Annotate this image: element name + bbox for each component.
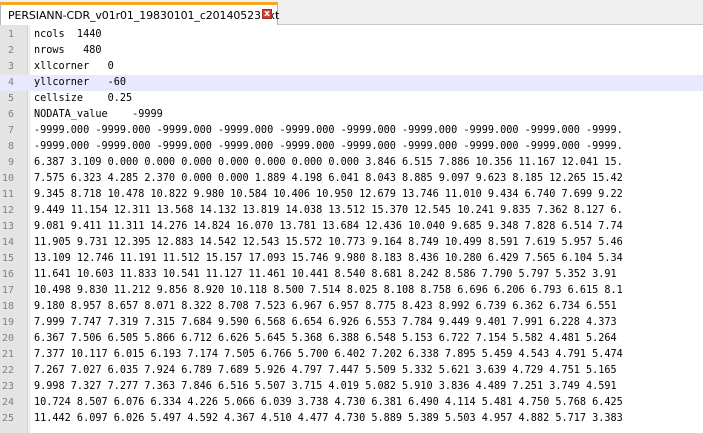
editor-line[interactable]: 16 11.641 10.603 11.833 10.541 11.127 11.… bbox=[0, 267, 703, 283]
line-text[interactable]: -9999.000 -9999.000 -9999.000 -9999.000 … bbox=[34, 123, 623, 139]
editor-line[interactable]: 20 6.367 7.506 6.505 5.866 6.712 6.626 5.… bbox=[0, 331, 703, 347]
editor-line[interactable]: 18 9.180 8.957 8.657 8.071 8.322 8.708 7.… bbox=[0, 299, 703, 315]
line-number: 3 bbox=[7, 61, 14, 72]
line-text[interactable]: 6.387 3.109 0.000 0.000 0.000 0.000 0.00… bbox=[34, 155, 623, 171]
line-text[interactable]: 9.345 8.718 10.478 10.822 9.980 10.584 1… bbox=[34, 187, 623, 203]
line-number: 23 bbox=[1, 381, 14, 392]
line-number: 15 bbox=[1, 253, 14, 264]
line-text[interactable]: 9.449 11.154 12.311 13.568 14.132 13.819… bbox=[34, 203, 623, 219]
line-number: 22 bbox=[1, 365, 14, 376]
line-number: 9 bbox=[7, 157, 14, 168]
editor-line[interactable]: 23 9.998 7.327 7.277 7.363 7.846 6.516 5.… bbox=[0, 379, 703, 395]
line-text[interactable]: 7.575 6.323 4.285 2.370 0.000 0.000 1.88… bbox=[34, 171, 623, 187]
editor-line[interactable]: 21 7.377 10.117 6.015 6.193 7.174 7.505 6… bbox=[0, 347, 703, 363]
close-tab-icon[interactable]: x bbox=[262, 9, 272, 19]
line-number: 2 bbox=[7, 45, 14, 56]
line-text[interactable]: xllcorner 0 bbox=[34, 59, 114, 75]
editor-line[interactable]: 17 10.498 9.830 11.212 9.856 8.920 10.118… bbox=[0, 283, 703, 299]
line-number: 1 bbox=[7, 29, 14, 40]
line-text[interactable]: 10.498 9.830 11.212 9.856 8.920 10.118 8… bbox=[34, 283, 623, 299]
line-text[interactable]: 11.905 9.731 12.395 12.883 14.542 12.543… bbox=[34, 235, 623, 251]
line-number: 6 bbox=[7, 109, 14, 120]
tab-bar: PERSIANN-CDR_v01r01_19830101_c20140523.t… bbox=[0, 0, 703, 25]
line-number: 10 bbox=[1, 173, 14, 184]
line-text[interactable]: ncols 1440 bbox=[34, 27, 101, 43]
line-number: 5 bbox=[7, 93, 14, 104]
line-text[interactable]: -9999.000 -9999.000 -9999.000 -9999.000 … bbox=[34, 139, 623, 155]
line-text[interactable]: nrows 480 bbox=[34, 43, 101, 59]
line-text[interactable]: 10.724 8.507 6.076 6.334 4.226 5.066 6.0… bbox=[34, 395, 623, 411]
line-number: 8 bbox=[7, 141, 14, 152]
line-number: 4 bbox=[7, 77, 14, 88]
editor-line[interactable]: 12 9.449 11.154 12.311 13.568 14.132 13.8… bbox=[0, 203, 703, 219]
line-number: 16 bbox=[1, 269, 14, 280]
line-text[interactable]: 11.641 10.603 11.833 10.541 11.127 11.46… bbox=[34, 267, 617, 283]
line-text[interactable]: 9.081 9.411 11.311 14.276 14.824 16.070 … bbox=[34, 219, 623, 235]
editor-line[interactable]: 19 7.999 7.747 7.319 7.315 7.684 9.590 6.… bbox=[0, 315, 703, 331]
line-text[interactable]: 13.109 12.746 11.191 11.512 15.157 17.09… bbox=[34, 251, 623, 267]
editor-line[interactable]: 7 -9999.000 -9999.000 -9999.000 -9999.000… bbox=[0, 123, 703, 139]
line-number: 11 bbox=[1, 189, 14, 200]
line-number: 19 bbox=[1, 317, 14, 328]
line-number: 17 bbox=[1, 285, 14, 296]
editor-line[interactable]: 5 cellsize 0.25 bbox=[0, 91, 703, 107]
line-number: 24 bbox=[1, 397, 14, 408]
editor-line[interactable]: 13 9.081 9.411 11.311 14.276 14.824 16.07… bbox=[0, 219, 703, 235]
line-text[interactable]: yllcorner -60 bbox=[34, 75, 126, 91]
editor-line[interactable]: 14 11.905 9.731 12.395 12.883 14.542 12.5… bbox=[0, 235, 703, 251]
editor-line[interactable]: 1 ncols 1440 bbox=[0, 27, 703, 43]
text-editor[interactable]: 1 ncols 1440 2 nrows 480 3 xllcorner 0 4 yllcor… bbox=[0, 25, 703, 433]
editor-line[interactable]: 24 10.724 8.507 6.076 6.334 4.226 5.066 6… bbox=[0, 395, 703, 411]
line-text[interactable]: 9.180 8.957 8.657 8.071 8.322 8.708 7.52… bbox=[34, 299, 617, 315]
line-number: 7 bbox=[7, 125, 14, 136]
editor-line[interactable]: 25 11.442 6.097 6.026 5.497 4.592 4.367 4… bbox=[0, 411, 703, 427]
editor-line[interactable]: 6 NODATA_value -9999 bbox=[0, 107, 703, 123]
line-number: 12 bbox=[1, 205, 14, 216]
editor-line[interactable]: 2 nrows 480 bbox=[0, 43, 703, 59]
line-number: 13 bbox=[1, 221, 14, 232]
line-number: 20 bbox=[1, 333, 14, 344]
editor-line[interactable]: 9 6.387 3.109 0.000 0.000 0.000 0.000 0.0… bbox=[0, 155, 703, 171]
line-text[interactable]: 7.267 7.027 6.035 7.924 6.789 7.689 5.92… bbox=[34, 363, 617, 379]
editor-line[interactable]: 8 -9999.000 -9999.000 -9999.000 -9999.000… bbox=[0, 139, 703, 155]
line-text[interactable]: NODATA_value -9999 bbox=[34, 107, 163, 123]
line-number: 21 bbox=[1, 349, 14, 360]
editor-line[interactable]: 4 yllcorner -60 bbox=[0, 75, 703, 91]
file-tab-label[interactable]: PERSIANN-CDR_v01r01_19830101_c20140523.t… bbox=[1, 9, 279, 22]
line-text[interactable]: 11.442 6.097 6.026 5.497 4.592 4.367 4.5… bbox=[34, 411, 623, 427]
line-number: 25 bbox=[1, 413, 14, 424]
line-text[interactable]: cellsize 0.25 bbox=[34, 91, 132, 107]
line-number: 14 bbox=[1, 237, 14, 248]
editor-line[interactable]: 10 7.575 6.323 4.285 2.370 0.000 0.000 1.… bbox=[0, 171, 703, 187]
line-text[interactable]: 7.999 7.747 7.319 7.315 7.684 9.590 6.56… bbox=[34, 315, 617, 331]
line-text[interactable]: 9.998 7.327 7.277 7.363 7.846 6.516 5.50… bbox=[34, 379, 617, 395]
editor-line[interactable]: 15 13.109 12.746 11.191 11.512 15.157 17.… bbox=[0, 251, 703, 267]
file-tab[interactable]: PERSIANN-CDR_v01r01_19830101_c20140523.t… bbox=[0, 2, 279, 25]
editor-line[interactable]: 11 9.345 8.718 10.478 10.822 9.980 10.584… bbox=[0, 187, 703, 203]
editor-line[interactable]: 22 7.267 7.027 6.035 7.924 6.789 7.689 5.… bbox=[0, 363, 703, 379]
editor-line[interactable]: 3 xllcorner 0 bbox=[0, 59, 703, 75]
line-number: 18 bbox=[1, 301, 14, 312]
line-text[interactable]: 7.377 10.117 6.015 6.193 7.174 7.505 6.7… bbox=[34, 347, 623, 363]
line-text[interactable]: 6.367 7.506 6.505 5.866 6.712 6.626 5.64… bbox=[34, 331, 617, 347]
